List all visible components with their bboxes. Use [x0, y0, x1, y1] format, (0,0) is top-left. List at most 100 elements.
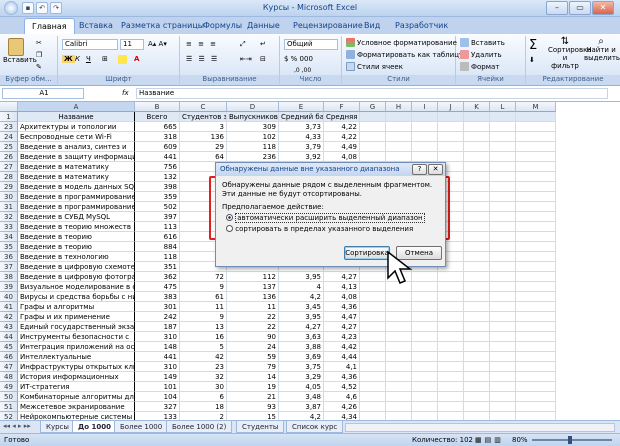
insert-cells-button[interactable]: Вставить: [460, 38, 505, 47]
table-cell[interactable]: [464, 142, 490, 152]
table-cell[interactable]: [516, 242, 556, 252]
column-header[interactable]: M: [516, 102, 556, 112]
column-header[interactable]: A: [18, 102, 135, 112]
row-number[interactable]: 38: [0, 272, 18, 282]
table-cell[interactable]: Нейрокомпьютерные системы: [18, 412, 135, 420]
table-cell[interactable]: 21: [227, 392, 279, 402]
table-cell[interactable]: [516, 382, 556, 392]
sheet-tab-students[interactable]: Студенты: [236, 421, 285, 433]
italic-icon[interactable]: К: [75, 55, 80, 63]
table-cell[interactable]: [490, 292, 516, 302]
table-cell[interactable]: 9: [180, 312, 227, 322]
column-header[interactable]: I: [412, 102, 438, 112]
table-cell[interactable]: [464, 332, 490, 342]
table-cell[interactable]: 310: [135, 332, 180, 342]
table-cell[interactable]: 4,42: [324, 342, 360, 352]
table-cell[interactable]: [464, 232, 490, 242]
fx-icon[interactable]: fx: [122, 89, 129, 97]
table-cell[interactable]: Введение в математику: [18, 162, 135, 172]
cut-icon[interactable]: ✂: [36, 39, 42, 47]
table-cell[interactable]: [490, 282, 516, 292]
table-cell[interactable]: 756: [135, 162, 180, 172]
table-cell[interactable]: 11: [227, 302, 279, 312]
table-cell[interactable]: Введение в СУБД MySQL: [18, 212, 135, 222]
zoom-slider[interactable]: [532, 439, 612, 441]
table-cell[interactable]: 4,08: [324, 152, 360, 162]
table-cell[interactable]: [438, 382, 464, 392]
table-cell[interactable]: 3,87: [279, 402, 324, 412]
table-cell[interactable]: [386, 132, 412, 142]
table-cell[interactable]: [386, 362, 412, 372]
table-cell[interactable]: 4,33: [279, 132, 324, 142]
column-header[interactable]: D: [227, 102, 279, 112]
row-number[interactable]: 30: [0, 192, 18, 202]
table-cell[interactable]: [516, 342, 556, 352]
table-cell[interactable]: [516, 192, 556, 202]
table-cell[interactable]: 4,23: [324, 332, 360, 342]
table-cell[interactable]: [438, 352, 464, 362]
table-cell[interactable]: 3,29: [279, 372, 324, 382]
font-name-box[interactable]: Calibri: [62, 39, 118, 50]
table-cell[interactable]: [464, 242, 490, 252]
row-number[interactable]: 43: [0, 322, 18, 332]
row-number[interactable]: 28: [0, 172, 18, 182]
table-cell[interactable]: [490, 162, 516, 172]
table-cell[interactable]: 4,1: [324, 362, 360, 372]
table-cell[interactable]: История информационных: [18, 372, 135, 382]
table-cell[interactable]: [516, 262, 556, 272]
format-cells-button[interactable]: Формат: [460, 62, 499, 71]
table-cell[interactable]: 502: [135, 202, 180, 212]
table-cell[interactable]: [490, 202, 516, 212]
table-cell[interactable]: [516, 292, 556, 302]
table-cell[interactable]: [412, 322, 438, 332]
sheet-tab-under-1000[interactable]: До 1000: [72, 421, 117, 433]
table-cell[interactable]: [464, 262, 490, 272]
table-cell[interactable]: [464, 122, 490, 132]
table-cell[interactable]: Инструменты безопасности с: [18, 332, 135, 342]
cell-styles-button[interactable]: Стили ячеек: [346, 62, 403, 71]
table-cell[interactable]: 79: [227, 362, 279, 372]
table-cell[interactable]: 19: [227, 382, 279, 392]
table-cell[interactable]: [490, 252, 516, 262]
column-header[interactable]: K: [464, 102, 490, 112]
table-cell[interactable]: [438, 152, 464, 162]
table-cell[interactable]: [412, 312, 438, 322]
table-cell[interactable]: 136: [180, 132, 227, 142]
column-header[interactable]: C: [180, 102, 227, 112]
horizontal-scrollbar[interactable]: [345, 423, 615, 432]
option-expand-selection[interactable]: автоматически расширить выделенный диапа…: [226, 213, 425, 223]
table-cell[interactable]: 301: [135, 302, 180, 312]
table-cell[interactable]: [464, 402, 490, 412]
table-cell[interactable]: [490, 182, 516, 192]
table-cell[interactable]: 2: [180, 412, 227, 420]
table-cell[interactable]: [386, 152, 412, 162]
table-cell[interactable]: 3,95: [279, 312, 324, 322]
table-cell[interactable]: 4,6: [324, 392, 360, 402]
table-cell[interactable]: [412, 372, 438, 382]
table-cell[interactable]: 3: [180, 122, 227, 132]
table-cell[interactable]: 42: [180, 352, 227, 362]
table-cell[interactable]: [360, 402, 386, 412]
table-cell[interactable]: 22: [227, 322, 279, 332]
row-number[interactable]: 48: [0, 372, 18, 382]
header-cell[interactable]: [412, 112, 438, 122]
table-cell[interactable]: 609: [135, 142, 180, 152]
table-cell[interactable]: [464, 132, 490, 142]
table-cell[interactable]: [464, 182, 490, 192]
table-cell[interactable]: [412, 352, 438, 362]
table-cell[interactable]: [438, 272, 464, 282]
table-cell[interactable]: [516, 132, 556, 142]
sort-button[interactable]: Сортировка: [344, 246, 390, 260]
table-cell[interactable]: Введение в цифровую фотографию: [18, 272, 135, 282]
table-cell[interactable]: [360, 272, 386, 282]
row-number[interactable]: 44: [0, 332, 18, 342]
row-number[interactable]: 47: [0, 362, 18, 372]
table-cell[interactable]: 61: [180, 292, 227, 302]
table-cell[interactable]: 236: [227, 152, 279, 162]
table-cell[interactable]: [464, 392, 490, 402]
table-cell[interactable]: 4,2: [279, 412, 324, 420]
table-cell[interactable]: Интеллектуальные: [18, 352, 135, 362]
table-cell[interactable]: [490, 412, 516, 420]
table-cell[interactable]: [412, 272, 438, 282]
table-cell[interactable]: 398: [135, 182, 180, 192]
